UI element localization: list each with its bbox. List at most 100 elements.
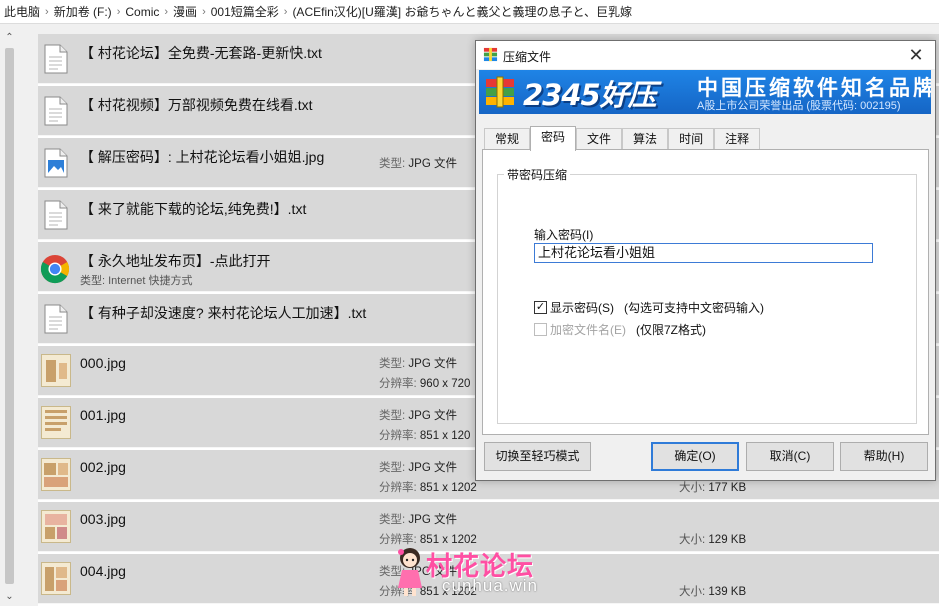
chevron-right-icon: › xyxy=(45,5,49,18)
size-value: 177 KB xyxy=(708,482,747,494)
file-type: 类型: JPG 文件 xyxy=(379,355,457,371)
dialog-titlebar[interactable]: 压缩文件 ✕ xyxy=(476,41,935,69)
crumb-comic[interactable]: Comic xyxy=(125,5,159,19)
file-size: 大小: 177 KB xyxy=(679,479,746,495)
haozip-logo-icon xyxy=(486,76,514,108)
watermark-url: cunhua.win xyxy=(442,576,539,595)
file-name: 002.jpg xyxy=(80,459,126,475)
file-type: 类型: JPG 文件 xyxy=(379,511,457,527)
file-type: 类型: JPG 文件 xyxy=(379,155,457,171)
size-value: 139 KB xyxy=(708,586,747,598)
scroll-down-icon[interactable]: ⌄ xyxy=(2,589,17,604)
text-file-icon xyxy=(44,96,68,126)
resolution-label: 分辨率: xyxy=(379,378,417,390)
type-label: 类型: xyxy=(379,158,406,170)
scroll-up-icon[interactable]: ⌃ xyxy=(2,30,17,45)
girl-mascot-icon xyxy=(398,548,422,596)
type-value: JPG 文件 xyxy=(408,410,457,422)
show-password-label: 显示密码(S) xyxy=(550,301,614,315)
image-thumbnail xyxy=(41,510,71,543)
show-password-hint: (勾选可支持中文密码输入) xyxy=(624,301,764,315)
encrypt-filenames-label: 加密文件名(E) xyxy=(550,323,626,337)
banner-stock-code: A股上市公司荣誉出品 (股票代码: 002195) xyxy=(697,100,901,112)
tab-time[interactable]: 时间 xyxy=(668,128,715,150)
chrome-icon xyxy=(40,254,70,284)
address-breadcrumb: 此电脑 › 新加卷 (F:) › Comic › 漫画 › 001短篇全彩 › (ACEf… xyxy=(0,0,939,24)
type-label: 类型: xyxy=(379,462,406,474)
checkbox-checked-icon[interactable]: ✓ xyxy=(534,301,547,314)
type-label: 类型: xyxy=(379,410,406,422)
chevron-right-icon: › xyxy=(202,5,206,18)
resolution-value: 851 x 1202 xyxy=(419,482,477,494)
chevron-right-icon: › xyxy=(283,5,288,18)
file-resolution: 分辨率: 851 x 120 xyxy=(379,427,470,443)
file-name: 001.jpg xyxy=(80,407,126,423)
file-resolution: 分辨率: 851 x 1202 xyxy=(379,479,477,495)
image-file-icon xyxy=(44,148,68,178)
resolution-label: 分辨率: xyxy=(379,430,417,442)
tab-algorithm[interactable]: 算法 xyxy=(622,128,669,150)
light-mode-button[interactable]: 切换至轻巧模式 xyxy=(484,442,591,471)
file-name: 【 来了就能下载的论坛,纯免费!】.txt xyxy=(80,201,307,217)
banner-brand: 2345好压 xyxy=(523,78,657,112)
password-input[interactable]: 上村花论坛看小姐姐 xyxy=(534,243,873,263)
size-label: 大小: xyxy=(679,482,706,494)
resolution-value: 851 x 120 xyxy=(419,430,471,442)
image-thumbnail xyxy=(41,458,71,491)
dialog-title: 压缩文件 xyxy=(503,50,552,64)
chevron-right-icon: › xyxy=(116,5,121,18)
ok-button[interactable]: 确定(O) xyxy=(651,442,739,471)
crumb-current-folder[interactable]: (ACEfin汉化)[U羅漢] お爺ちゃんと義父と義理の息子と、巨乳嫁 xyxy=(292,3,632,20)
type-value: JPG 文件 xyxy=(408,462,457,474)
crumb-short-color[interactable]: 001短篇全彩 xyxy=(211,3,279,20)
tab-general[interactable]: 常规 xyxy=(484,128,531,150)
vertical-scrollbar[interactable]: ⌃ ⌄ xyxy=(2,30,17,604)
tab-files[interactable]: 文件 xyxy=(576,128,623,150)
size-value: 129 KB xyxy=(708,534,747,546)
file-name: 【 有种子却没速度? 来村花论坛人工加速】.txt xyxy=(80,305,367,321)
type-value: JPG 文件 xyxy=(408,514,457,526)
file-name: 003.jpg xyxy=(80,511,126,527)
type-label: 类型: xyxy=(379,358,406,370)
file-resolution: 分辨率: 960 x 720 xyxy=(379,375,470,391)
archive-app-icon xyxy=(483,47,498,62)
text-file-icon xyxy=(44,304,68,334)
type-label: 类型: xyxy=(379,514,406,526)
file-subtitle: 类型: Internet 快捷方式 xyxy=(80,275,193,287)
text-file-icon xyxy=(44,44,68,74)
password-label: 输入密码(I) xyxy=(534,228,594,242)
size-label: 大小: xyxy=(679,534,706,546)
tab-comment[interactable]: 注释 xyxy=(714,128,761,150)
chevron-right-icon: › xyxy=(164,5,169,18)
compress-dialog: 压缩文件 ✕ 2345好压 中国压缩软件知名品牌 A股上市公司荣誉出品 (股票代… xyxy=(475,40,936,481)
file-name: 000.jpg xyxy=(80,355,126,371)
resolution-label: 分辨率: xyxy=(379,482,417,494)
tab-password[interactable]: 密码 xyxy=(530,126,577,151)
text-file-icon xyxy=(44,200,68,230)
close-icon[interactable]: ✕ xyxy=(903,43,929,67)
file-name: 【 永久地址发布页】-点此打开 xyxy=(80,253,271,269)
image-thumbnail xyxy=(41,562,71,595)
file-type: 类型: JPG 文件 xyxy=(379,459,457,475)
dialog-tabs: 常规 密码 文件 算法 时间 注释 xyxy=(484,126,761,151)
crumb-manga[interactable]: 漫画 xyxy=(173,3,197,20)
size-label: 大小: xyxy=(679,586,706,598)
file-name: 【 村花视频】万部视频免费在线看.txt xyxy=(80,97,313,113)
show-password-checkbox[interactable]: ✓ 显示密码(S) (勾选可支持中文密码输入) xyxy=(534,299,764,316)
password-groupbox: 带密码压缩 输入密码(I) 上村花论坛看小姐姐 ✓ 显示密码(S) (勾选可支持… xyxy=(497,166,917,424)
group-title: 带密码压缩 xyxy=(504,166,571,183)
image-thumbnail xyxy=(41,406,71,439)
cancel-button[interactable]: 取消(C) xyxy=(746,442,834,471)
crumb-drive[interactable]: 新加卷 (F:) xyxy=(54,3,112,20)
file-size: 大小: 139 KB xyxy=(679,583,746,599)
encrypt-filenames-hint: (仅限7Z格式) xyxy=(636,323,706,337)
file-size: 大小: 129 KB xyxy=(679,531,746,547)
file-type: 类型: JPG 文件 xyxy=(379,407,457,423)
image-thumbnail xyxy=(41,354,71,387)
forum-watermark: 村花论坛 cunhua.win xyxy=(396,544,556,600)
file-name: 004.jpg xyxy=(80,563,126,579)
type-value: JPG 文件 xyxy=(408,158,457,170)
scrollbar-thumb[interactable] xyxy=(5,48,14,584)
crumb-this-pc[interactable]: 此电脑 xyxy=(4,3,40,20)
help-button[interactable]: 帮助(H) xyxy=(840,442,928,471)
